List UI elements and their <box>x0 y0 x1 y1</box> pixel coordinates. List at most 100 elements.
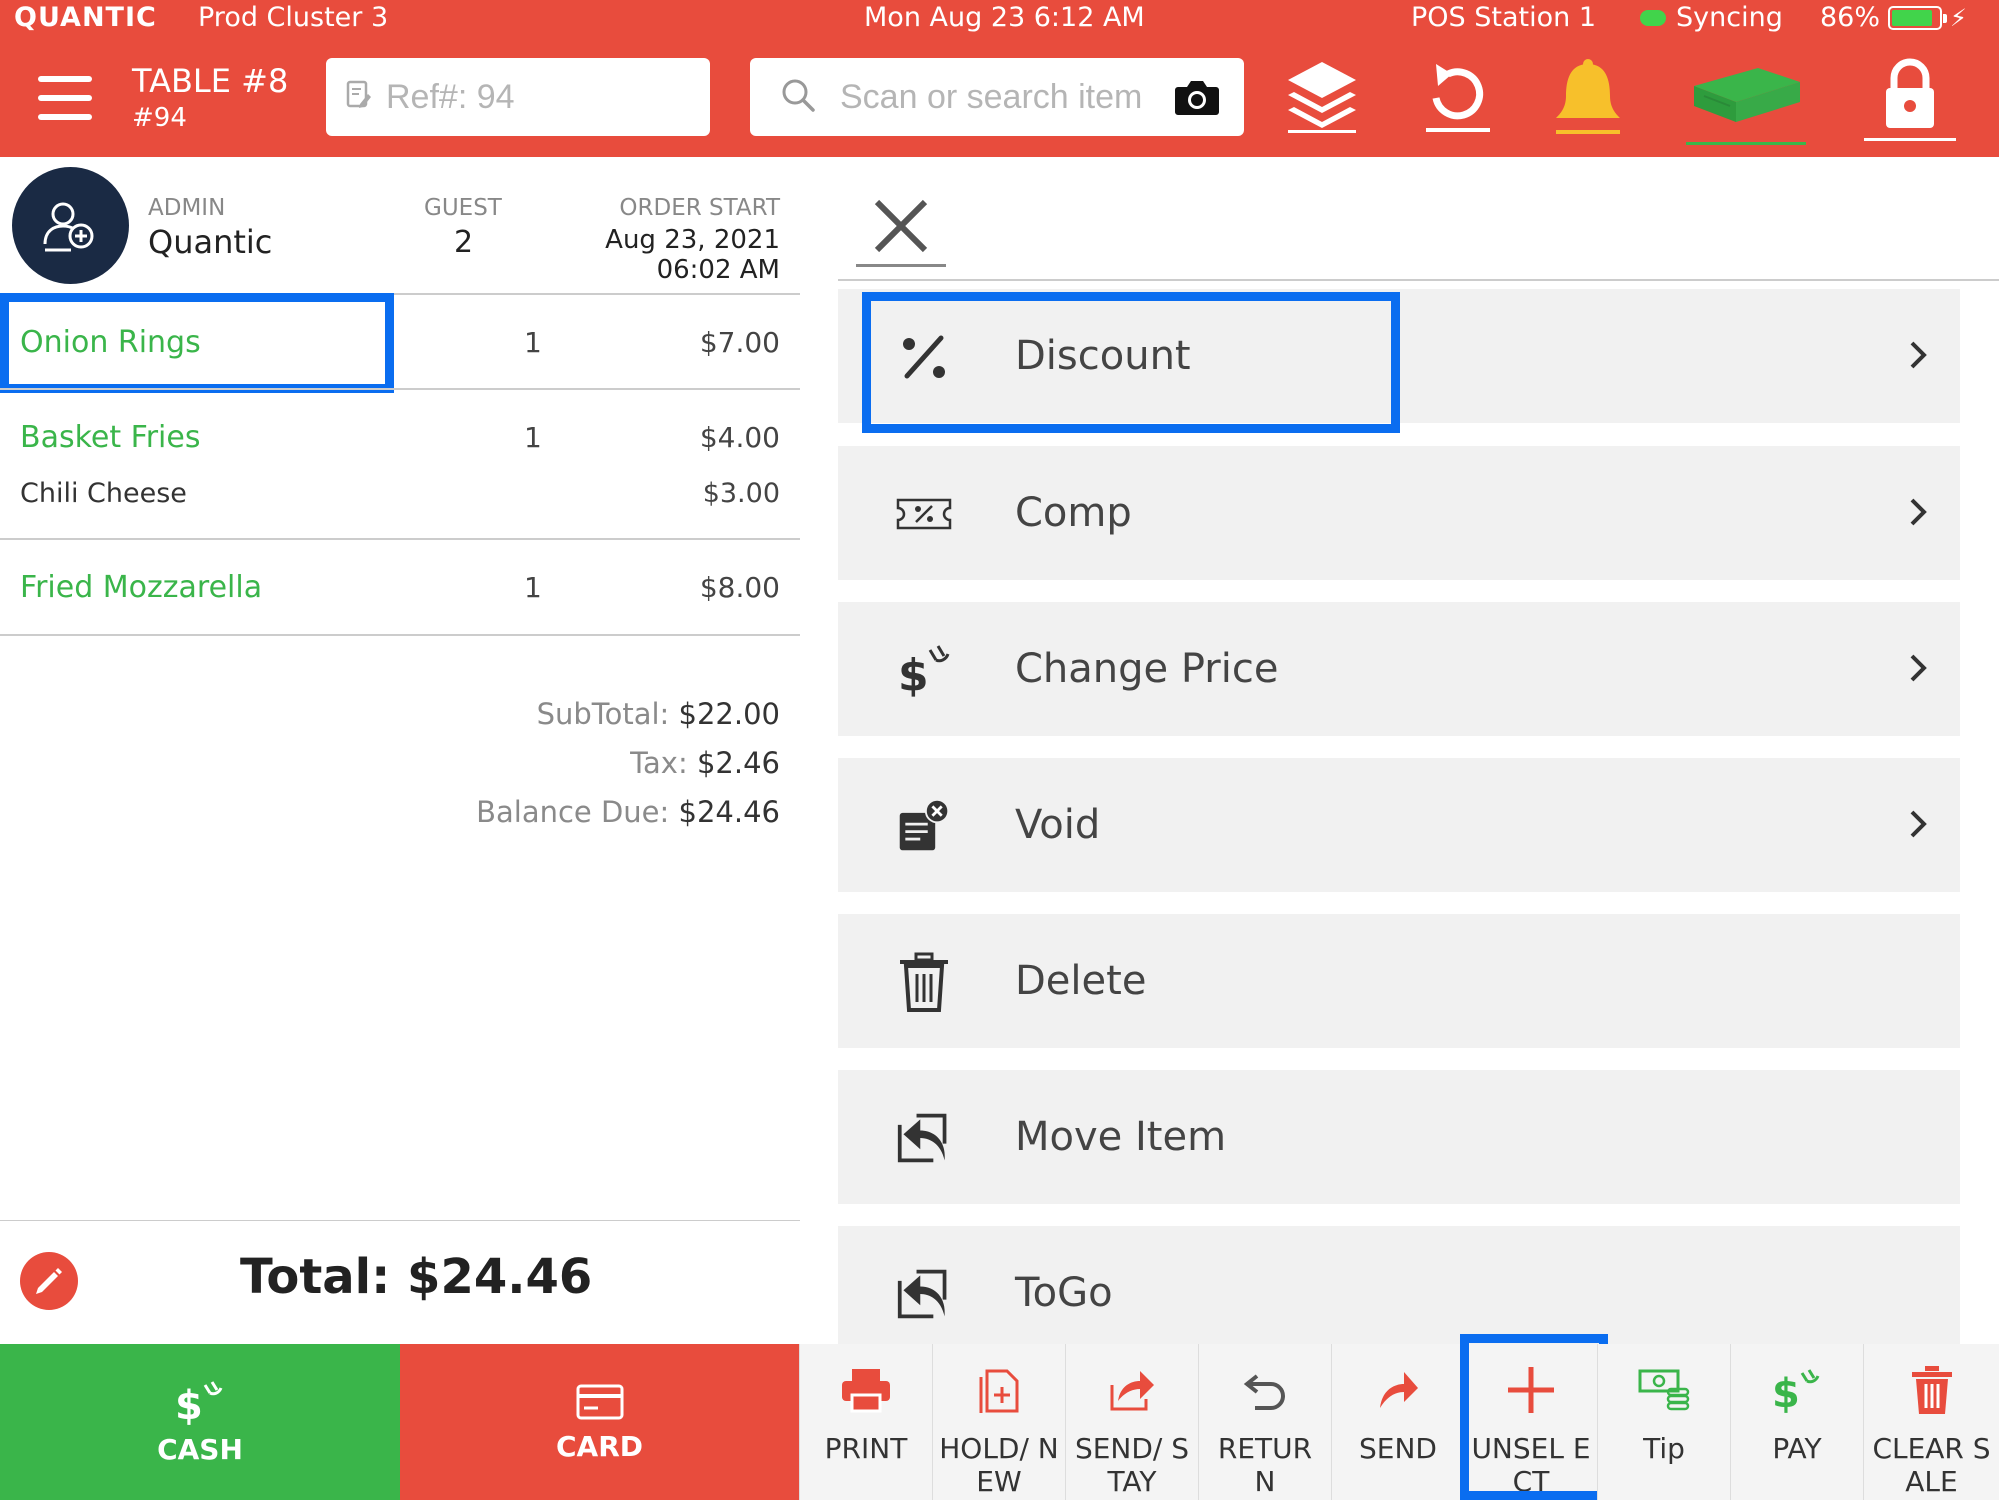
add-customer-button[interactable] <box>12 167 129 284</box>
tax-value: $2.46 <box>696 746 780 780</box>
return-button[interactable]: RETUR N <box>1198 1344 1331 1500</box>
order-item-onion-rings[interactable]: Onion Rings 1 $7.00 <box>0 295 800 391</box>
sync-label: Syncing <box>1676 2 1783 33</box>
refresh-icon[interactable] <box>1422 56 1494 138</box>
cash-icon: $ <box>175 1380 223 1425</box>
action-comp[interactable]: Comp <box>838 446 1960 580</box>
status-datetime: Mon Aug 23 6:12 AM <box>864 2 1145 33</box>
credit-card-icon <box>576 1384 623 1419</box>
charging-icon: ⚡ <box>1950 3 1967 32</box>
item-price: $4.00 <box>699 421 780 454</box>
bell-icon[interactable] <box>1548 56 1628 140</box>
battery-status: 86% ⚡ <box>1820 2 1967 33</box>
tax-label: Tax: <box>630 746 688 780</box>
modifier-name: Chili Cheese <box>20 478 187 509</box>
svg-text:$: $ <box>898 650 929 698</box>
button-label: Tip <box>1643 1432 1685 1465</box>
guest-label: GUEST <box>424 195 502 221</box>
pencil-icon <box>36 1268 62 1294</box>
close-icon <box>874 199 928 252</box>
card-button[interactable]: CARD <box>400 1344 799 1500</box>
cash-label: CASH <box>157 1432 243 1466</box>
chevron-right-icon <box>1908 652 1928 688</box>
return-icon <box>1243 1362 1287 1418</box>
chevron-right-icon <box>1908 808 1928 844</box>
button-label: UNSEL ECT <box>1471 1432 1591 1498</box>
guest-count[interactable]: 2 <box>454 225 473 260</box>
search-input[interactable] <box>840 77 1150 117</box>
grand-total: Total: $24.46 <box>240 1249 593 1305</box>
clear-sale-button[interactable]: CLEAR SALE <box>1863 1344 1999 1500</box>
cloud-icon <box>1640 9 1666 26</box>
button-label: PAY <box>1772 1432 1822 1465</box>
action-move-item[interactable]: Move Item <box>838 1070 1960 1204</box>
station-name: POS Station 1 <box>1411 2 1597 33</box>
print-button[interactable]: PRINT <box>799 1344 932 1500</box>
item-qty: 1 <box>524 571 542 604</box>
send-stay-icon <box>1108 1362 1156 1418</box>
percent-icon <box>896 329 952 385</box>
layers-icon[interactable] <box>1284 56 1360 138</box>
dollar-change-icon: $ <box>896 642 952 698</box>
brand-logo: QUANTIC <box>14 2 157 33</box>
item-actions-panel: Discount Comp $ Change Price Void Delete… <box>838 157 1999 1360</box>
order-start-date: Aug 23, 2021 <box>605 225 780 255</box>
ref-note-icon <box>346 80 372 114</box>
ref-field[interactable] <box>326 58 710 136</box>
hold-new-icon <box>977 1362 1021 1418</box>
battery-percent: 86% <box>1820 2 1881 33</box>
search-icon <box>780 77 816 117</box>
item-price: $8.00 <box>699 571 780 604</box>
tax-line: Tax: $2.46 <box>630 746 780 780</box>
action-label: Void <box>1015 802 1101 848</box>
coupon-icon <box>896 486 952 542</box>
server-role: ADMIN <box>148 195 226 221</box>
order-start-label: ORDER START <box>619 195 780 221</box>
server-name: Quantic <box>148 223 273 261</box>
search-field[interactable] <box>750 58 1244 136</box>
plus-icon <box>1506 1362 1556 1418</box>
action-delete[interactable]: Delete <box>838 914 1960 1048</box>
item-name: Basket Fries <box>20 420 201 455</box>
send-icon <box>1376 1362 1420 1418</box>
menu-icon[interactable] <box>38 76 92 120</box>
button-label: RETUR N <box>1217 1432 1313 1498</box>
chevron-right-icon <box>1908 496 1928 532</box>
subtotal-value: $22.00 <box>678 697 780 731</box>
unselect-button[interactable]: UNSEL ECT <box>1464 1344 1597 1500</box>
cash-button[interactable]: $ CASH <box>0 1344 400 1500</box>
action-void[interactable]: Void <box>838 758 1960 892</box>
void-receipt-icon <box>896 798 952 854</box>
balance-label: Balance Due: <box>476 795 670 829</box>
button-label: CLEAR SALE <box>1872 1432 1991 1498</box>
button-label: PRINT <box>824 1432 908 1465</box>
camera-icon[interactable] <box>1174 77 1220 121</box>
send-stay-button[interactable]: SEND/ STAY <box>1065 1344 1198 1500</box>
hold-new-button[interactable]: HOLD/ NEW <box>932 1344 1065 1500</box>
item-qty: 1 <box>524 421 542 454</box>
pay-button[interactable]: $ PAY <box>1730 1344 1863 1500</box>
tip-button[interactable]: Tip <box>1597 1344 1730 1500</box>
table-order-number: #94 <box>132 103 187 133</box>
edit-order-button[interactable] <box>20 1252 78 1310</box>
action-discount[interactable]: Discount <box>838 289 1960 423</box>
action-change-price[interactable]: $ Change Price <box>838 602 1960 736</box>
balance-line: Balance Due: $24.46 <box>476 795 780 829</box>
action-label: Move Item <box>1015 1114 1227 1160</box>
action-label: ToGo <box>1015 1270 1113 1316</box>
close-button[interactable] <box>856 187 946 267</box>
order-start-time: 06:02 AM <box>656 255 780 285</box>
send-button[interactable]: SEND <box>1331 1344 1464 1500</box>
total-divider <box>0 1220 800 1221</box>
cash-drawer-icon[interactable] <box>1684 56 1808 152</box>
subtotal-label: SubTotal: <box>536 697 670 731</box>
lock-icon[interactable] <box>1862 56 1958 146</box>
ref-input[interactable] <box>386 77 706 117</box>
order-item-fried-mozzarella[interactable]: Fried Mozzarella 1 $8.00 <box>0 540 800 634</box>
order-item-basket-fries[interactable]: Basket Fries 1 $4.00 Chili Cheese $3.00 <box>0 390 800 538</box>
move-item-icon <box>896 1110 952 1166</box>
order-panel: ADMIN Quantic GUEST 2 ORDER START Aug 23… <box>0 157 800 1344</box>
action-togo[interactable]: ToGo <box>838 1226 1960 1360</box>
cluster-name: Prod Cluster 3 <box>198 2 389 33</box>
button-label: SEND <box>1359 1432 1437 1465</box>
